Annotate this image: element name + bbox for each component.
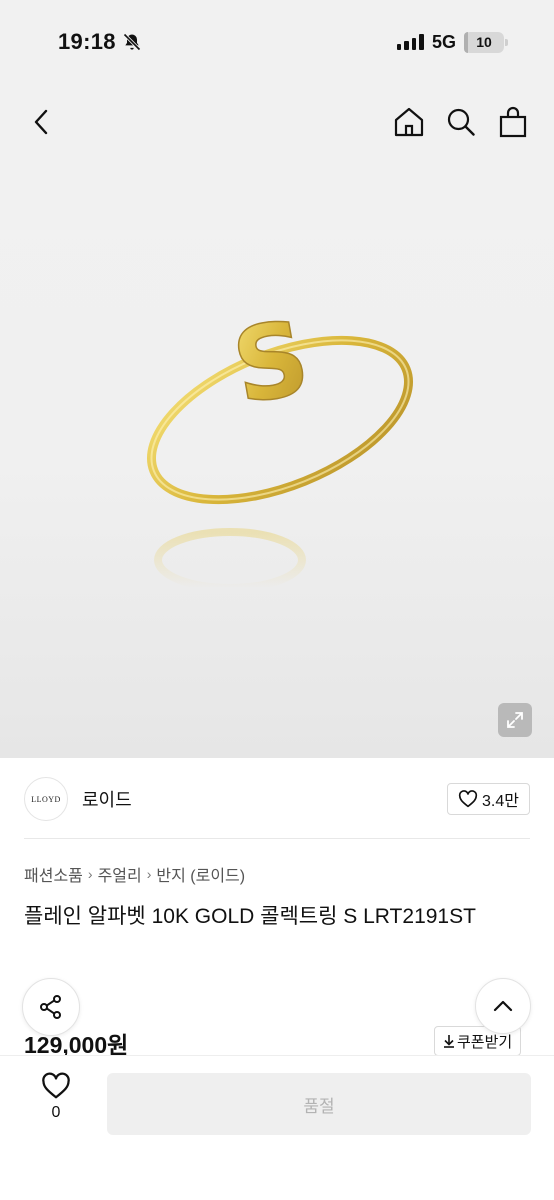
breadcrumb: 패션소품 › 주얼리 › 반지 (로이드) [24,862,245,886]
network-label: 5G [431,31,456,52]
top-nav [0,84,554,160]
heart-icon [458,790,478,808]
brand-like-button[interactable]: 3.4만 [447,783,530,815]
seller-info[interactable]: LLOYD 로이드 [24,777,132,821]
svg-text:S: S [225,298,318,428]
battery-fill [464,31,468,53]
expand-icon [507,712,523,728]
breadcrumb-item[interactable]: 주얼리 [98,862,142,886]
divider [24,838,530,839]
seller-row: LLOYD 로이드 3.4만 [24,774,530,824]
home-button[interactable] [392,105,426,139]
breadcrumb-item[interactable]: 반지 (로이드) [156,862,245,886]
status-indicators: 5G 10 [396,31,508,53]
chevron-right-icon: › [146,866,152,882]
soldout-label: 품절 [303,1096,335,1116]
chevron-up-icon [493,1000,513,1012]
expand-image-button[interactable] [498,703,532,737]
battery-icon: 10 [464,31,508,53]
ring-image: S [147,297,413,592]
signal-icon [396,34,424,50]
cart-button[interactable] [496,105,530,139]
share-button[interactable] [22,978,80,1036]
nav-actions [392,105,530,139]
product-image[interactable]: S [0,160,554,758]
shopping-bag-icon [499,106,527,138]
status-time: 19:18 [58,29,142,55]
battery-level: 10 [476,34,492,50]
brand-like-count: 3.4만 [482,793,519,810]
chevron-left-icon [34,109,48,135]
breadcrumb-item[interactable]: 패션소품 [24,862,83,886]
search-button[interactable] [444,105,478,139]
soldout-button[interactable]: 품절 [107,1073,531,1135]
seller-logo: LLOYD [24,777,68,821]
bell-slash-icon [123,33,141,51]
status-bar: 19:18 5G 10 [0,0,554,84]
status-time-text: 19:18 [58,29,116,54]
share-icon [40,995,61,1019]
download-icon [444,1035,454,1048]
wishlist-button[interactable]: 0 [36,1072,76,1122]
search-icon [447,108,475,136]
back-button[interactable] [24,105,58,139]
wishlist-count: 0 [51,1104,61,1121]
scroll-top-button[interactable] [475,978,531,1034]
home-icon [394,107,424,137]
seller-name: 로이드 [82,790,132,810]
product-title: 플레인 알파벳 10K GOLD 콜렉트링 S LRT2191ST [24,905,476,928]
heart-icon [42,1072,70,1099]
chevron-right-icon: › [87,866,93,882]
